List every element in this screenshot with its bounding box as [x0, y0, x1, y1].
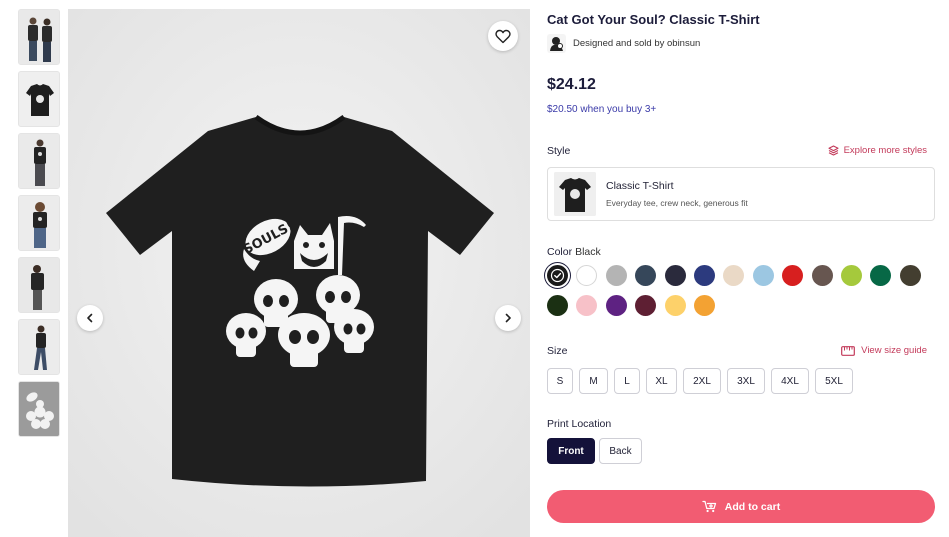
color-swatch[interactable] [694, 265, 715, 286]
add-to-cart-button[interactable]: Add to cart [547, 490, 935, 523]
thumbnail-list [18, 9, 60, 443]
favorite-button[interactable] [488, 21, 518, 51]
cart-icon [702, 500, 716, 513]
thumbnail-model-front[interactable] [18, 133, 60, 189]
seller-avatar-icon[interactable] [547, 34, 566, 53]
color-swatch[interactable] [665, 295, 686, 316]
color-swatch[interactable] [635, 265, 656, 286]
color-swatch[interactable] [841, 265, 862, 286]
style-description: Everyday tee, crew neck, generous fit [606, 198, 748, 208]
bulk-price: $20.50 when you buy 3+ [547, 104, 657, 115]
style-label: Style [547, 145, 571, 157]
size-guide-label: View size guide [861, 345, 927, 356]
product-title: Cat Got Your Soul? Classic T-Shirt [547, 12, 760, 27]
color-swatch[interactable] [576, 265, 597, 286]
thumbnail-tee-flat[interactable] [18, 71, 60, 127]
size-option-m[interactable]: M [579, 368, 608, 394]
add-to-cart-label: Add to cart [724, 500, 781, 513]
product-image: SOULS! [68, 9, 530, 537]
size-guide-link[interactable]: View size guide [841, 345, 927, 356]
color-swatch[interactable] [665, 265, 686, 286]
size-option-3xl[interactable]: 3XL [727, 368, 765, 394]
print-location-options: Front Back [547, 438, 646, 464]
print-option-front[interactable]: Front [547, 438, 595, 464]
selected-color-name: Black [575, 246, 601, 258]
color-swatch[interactable] [547, 265, 568, 286]
thumbnail-model-woman[interactable] [18, 195, 60, 251]
color-swatch[interactable] [753, 265, 774, 286]
chevron-right-icon [505, 313, 511, 323]
print-location-label: Print Location [547, 418, 612, 430]
size-option-5xl[interactable]: 5XL [815, 368, 853, 394]
style-thumbnail [554, 172, 596, 216]
check-icon [550, 268, 565, 283]
thumbnail-model-walk[interactable] [18, 319, 60, 375]
size-option-xl[interactable]: XL [646, 368, 677, 394]
previous-image-button[interactable] [77, 305, 103, 331]
seller-text[interactable]: Designed and sold by obinsun [573, 38, 700, 49]
seller-line: Designed and sold by obinsun [547, 34, 700, 53]
thumbnail-model-pair[interactable] [18, 9, 60, 65]
style-name: Classic T-Shirt [606, 180, 674, 192]
color-swatch[interactable] [606, 295, 627, 316]
color-swatch[interactable] [547, 295, 568, 316]
size-option-s[interactable]: S [547, 368, 573, 394]
thumbnail-artwork[interactable] [18, 381, 60, 437]
explore-styles-label: Explore more styles [843, 145, 927, 156]
size-option-4xl[interactable]: 4XL [771, 368, 809, 394]
thumbnail-model-side[interactable] [18, 257, 60, 313]
ruler-icon [841, 345, 856, 356]
layers-icon [828, 145, 839, 156]
print-option-back[interactable]: Back [599, 438, 642, 464]
color-swatch[interactable] [606, 265, 627, 286]
size-option-2xl[interactable]: 2XL [683, 368, 721, 394]
tshirt-artwork-image: SOULS! [68, 9, 530, 537]
price: $24.12 [547, 76, 596, 93]
color-swatch[interactable] [635, 295, 656, 316]
color-swatch[interactable] [782, 265, 803, 286]
color-swatch[interactable] [812, 265, 833, 286]
chevron-left-icon [87, 313, 93, 323]
color-label-text: Color [547, 246, 573, 258]
color-swatch[interactable] [870, 265, 891, 286]
heart-icon [495, 29, 511, 43]
size-options: S M L XL 2XL 3XL 4XL 5XL [547, 368, 859, 394]
color-swatch[interactable] [576, 295, 597, 316]
size-option-l[interactable]: L [614, 368, 640, 394]
color-swatch[interactable] [694, 295, 715, 316]
color-swatch[interactable] [900, 265, 921, 286]
color-swatch[interactable] [723, 265, 744, 286]
style-selector[interactable]: Classic T-Shirt Everyday tee, crew neck,… [547, 167, 935, 221]
next-image-button[interactable] [495, 305, 521, 331]
color-label: Color Black [547, 246, 601, 258]
size-label: Size [547, 345, 568, 357]
explore-styles-link[interactable]: Explore more styles [828, 145, 927, 156]
